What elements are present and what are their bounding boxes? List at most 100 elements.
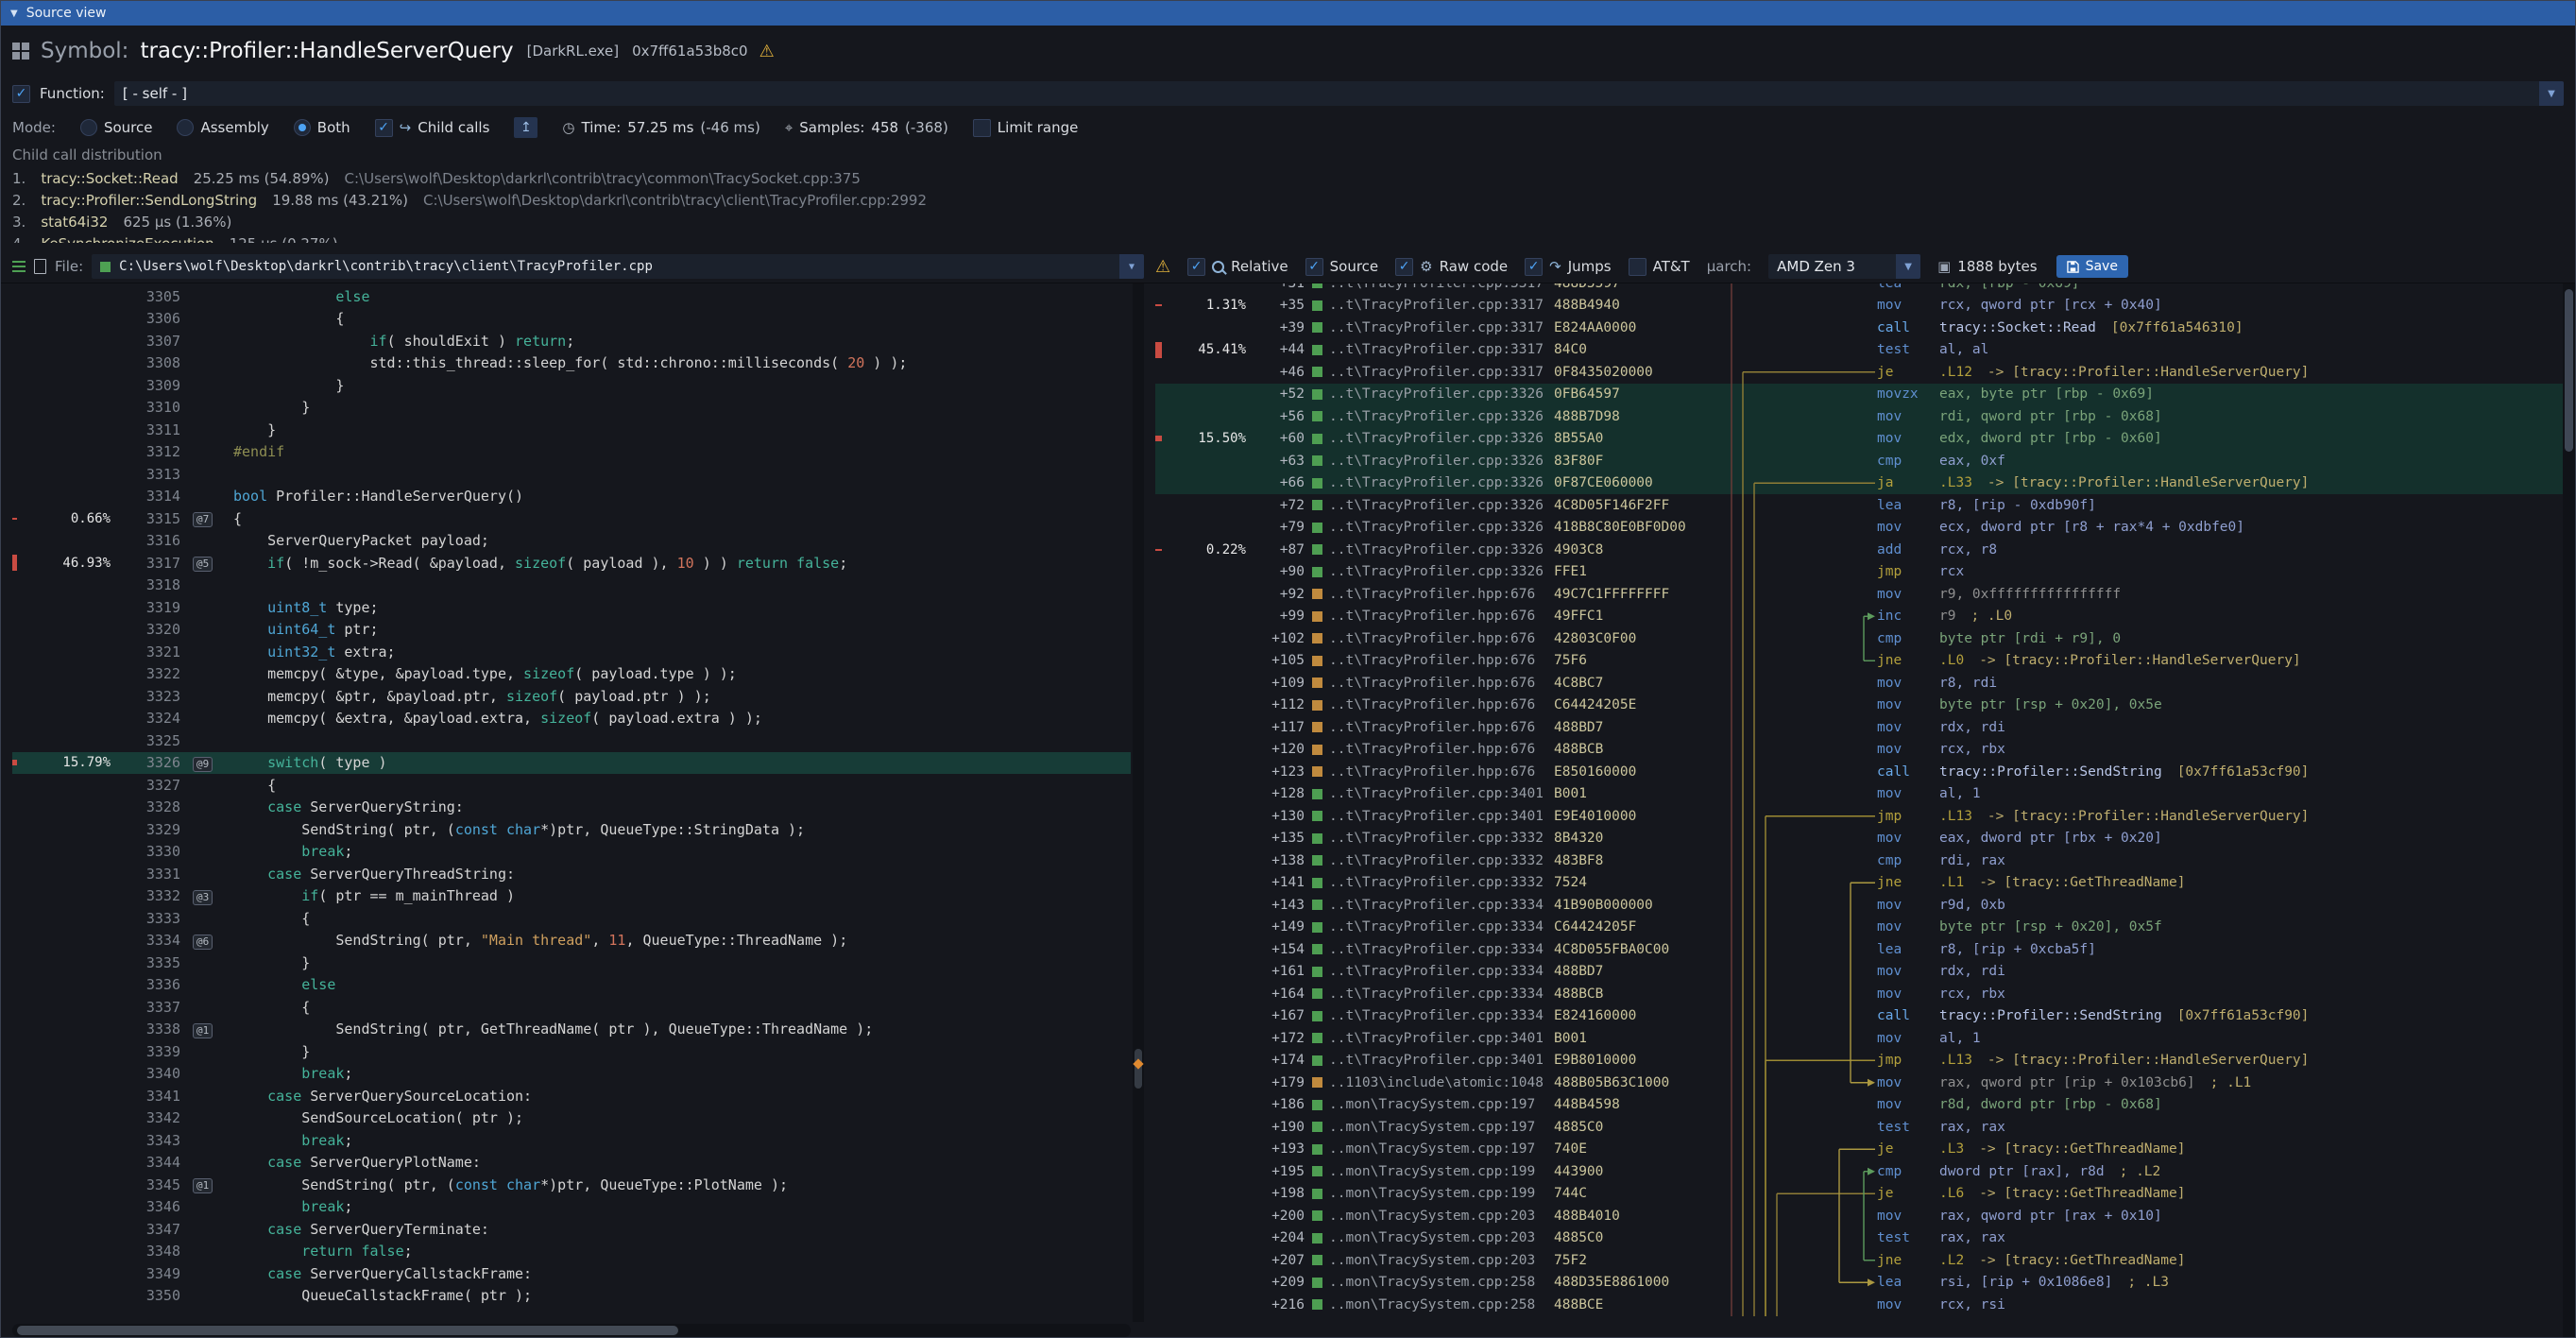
source-line[interactable]: 3331 case ServerQueryThreadString: — [12, 863, 1131, 885]
asm-row[interactable]: +179..1103\include\atomic:1048488B05B63C… — [1155, 1072, 2575, 1094]
jumps-toggle[interactable]: ✓ ↷ Jumps — [1525, 258, 1611, 276]
source-line[interactable]: 3312#endif — [12, 441, 1131, 464]
asm-row[interactable]: +130..t\TracyProfiler.cpp:3401E9E4010000… — [1155, 805, 2575, 828]
source-line[interactable]: 3335 } — [12, 952, 1131, 974]
source-line[interactable]: 3322 memcpy( &type, &payload.type, sizeo… — [12, 663, 1131, 686]
source-line[interactable]: 3323 memcpy( &ptr, &payload.ptr, sizeof(… — [12, 685, 1131, 708]
chevron-down-icon[interactable]: ▼ — [2539, 81, 2564, 106]
source-line[interactable]: 3325 — [12, 729, 1131, 752]
asm-row[interactable]: +164..t\TracyProfiler.cpp:3334488BCBmovr… — [1155, 983, 2575, 1005]
source-line[interactable]: 3314bool Profiler::HandleServerQuery() — [12, 486, 1131, 508]
source-line[interactable]: 3339 } — [12, 1040, 1131, 1063]
asm-row[interactable]: +154..t\TracyProfiler.cpp:33344C8D055FBA… — [1155, 938, 2575, 961]
source-line[interactable]: 3311 } — [12, 419, 1131, 441]
source-line[interactable]: 3341 case ServerQuerySourceLocation: — [12, 1085, 1131, 1107]
asm-row[interactable]: +200..mon\TracySystem.cpp:203488B4010mov… — [1155, 1205, 2575, 1227]
asm-row[interactable]: +167..t\TracyProfiler.cpp:3334E824160000… — [1155, 1005, 2575, 1028]
assembly-scrollbar[interactable] — [2563, 283, 2575, 1337]
jumps-checkbox[interactable]: ✓ — [1525, 258, 1543, 276]
asm-row[interactable]: +207..mon\TracySystem.cpp:20375F2jne.L2-… — [1155, 1249, 2575, 1272]
source-line[interactable]: 0.66%3315@7{ — [12, 507, 1131, 530]
asm-row[interactable]: +92..t\TracyProfiler.hpp:67649C7C1FFFFFF… — [1155, 583, 2575, 606]
relative-toggle[interactable]: ✓ Relative — [1187, 258, 1288, 276]
raw-code-toggle[interactable]: ✓ ⚙ Raw code — [1395, 258, 1508, 276]
child-call-item[interactable]: 4.KeSynchronizeExecution125 μs (0.27%) — [12, 232, 2564, 243]
source-line[interactable]: 3316 ServerQueryPacket payload; — [12, 530, 1131, 553]
child-call-item[interactable]: 1.tracy::Socket::Read25.25 ms (54.89%)C:… — [12, 167, 2564, 189]
source-line[interactable]: 3319 uint8_t type; — [12, 596, 1131, 619]
source-line[interactable]: 3340 break; — [12, 1063, 1131, 1086]
asm-row[interactable]: +190..mon\TracySystem.cpp:1974885C0testr… — [1155, 1116, 2575, 1139]
asm-row[interactable]: 45.41%+44..t\TracyProfiler.cpp:331784C0t… — [1155, 339, 2575, 362]
limit-range-toggle[interactable]: ✓ Limit range — [973, 119, 1079, 137]
raw-code-checkbox[interactable]: ✓ — [1395, 258, 1413, 276]
source-checkbox[interactable]: ✓ — [1305, 258, 1323, 276]
source-line[interactable]: 3336 else — [12, 974, 1131, 997]
asm-row[interactable]: +46..t\TracyProfiler.cpp:33170F843502000… — [1155, 361, 2575, 384]
mode-option-assembly[interactable]: Assembly — [177, 119, 268, 136]
source-toggle[interactable]: ✓ Source — [1305, 258, 1379, 276]
radio-icon[interactable] — [80, 119, 97, 136]
source-line[interactable]: 3333 { — [12, 907, 1131, 930]
function-combo[interactable]: [ - self - ] ▼ — [114, 81, 2564, 106]
source-line[interactable]: 3349 case ServerQueryCallstackFrame: — [12, 1262, 1131, 1285]
source-line[interactable]: 46.93%3317@5 if( !m_sock->Read( &payload… — [12, 552, 1131, 575]
source-line[interactable]: 3343 break; — [12, 1129, 1131, 1152]
source-line[interactable]: 3344 case ServerQueryPlotName: — [12, 1152, 1131, 1175]
asm-row[interactable]: +56..t\TracyProfiler.cpp:3326488B7D98mov… — [1155, 405, 2575, 428]
source-line[interactable]: 3330 break; — [12, 841, 1131, 864]
source-line[interactable]: 3307 if( shouldExit ) return; — [12, 330, 1131, 352]
child-calls-checkbox[interactable]: ✓ — [375, 119, 393, 137]
asm-row[interactable]: +120..t\TracyProfiler.hpp:676488BCBmovrc… — [1155, 739, 2575, 762]
source-line[interactable]: 3310 } — [12, 397, 1131, 420]
source-line[interactable]: 3348 return false; — [12, 1241, 1131, 1263]
asm-row[interactable]: +72..t\TracyProfiler.cpp:33264C8D05F146F… — [1155, 494, 2575, 517]
asm-row[interactable]: +63..t\TracyProfiler.cpp:332683F80Fcmpea… — [1155, 450, 2575, 472]
chevron-down-icon[interactable]: ▼ — [1896, 254, 1920, 279]
asm-row[interactable]: +66..t\TracyProfiler.cpp:33260F87CE06000… — [1155, 472, 2575, 495]
chevron-down-icon[interactable]: ▼ — [1119, 254, 1144, 279]
collapse-icon[interactable]: ▼ — [10, 9, 18, 19]
source-line[interactable]: 3320 uint64_t ptr; — [12, 619, 1131, 642]
source-line[interactable]: 3324 memcpy( &extra, &payload.extra, siz… — [12, 708, 1131, 730]
uarch-combo[interactable]: AMD Zen 3 ▼ — [1768, 254, 1920, 279]
asm-row[interactable]: +216..mon\TracySystem.cpp:258488BCEmovrc… — [1155, 1294, 2575, 1316]
asm-row[interactable]: +149..t\TracyProfiler.cpp:3334C64424205F… — [1155, 917, 2575, 939]
scrollbar-thumb[interactable] — [2565, 289, 2573, 452]
asm-row[interactable]: +109..t\TracyProfiler.hpp:6764C8BC7movr8… — [1155, 672, 2575, 695]
asm-row[interactable]: +174..t\TracyProfiler.cpp:3401E9B8010000… — [1155, 1050, 2575, 1072]
function-checkbox[interactable]: ✓ — [12, 85, 30, 103]
source-line[interactable]: 3328 case ServerQueryString: — [12, 797, 1131, 819]
source-line[interactable]: 3332@3 if( ptr == m_mainThread ) — [12, 885, 1131, 908]
asm-row[interactable]: 1.31%+35..t\TracyProfiler.cpp:3317488B49… — [1155, 295, 2575, 317]
radio-icon[interactable] — [177, 119, 194, 136]
relative-checkbox[interactable]: ✓ — [1187, 258, 1205, 276]
source-line[interactable]: 3342 SendSourceLocation( ptr ); — [12, 1107, 1131, 1130]
source-line[interactable]: 3309 } — [12, 374, 1131, 397]
mode-option-both[interactable]: Both — [294, 119, 350, 136]
up-button[interactable]: ↥ — [514, 117, 537, 138]
asm-row[interactable]: +105..t\TracyProfiler.hpp:67675F6jne.L0-… — [1155, 650, 2575, 673]
radio-icon[interactable] — [294, 119, 311, 136]
child-call-item[interactable]: 3.stat64i32625 μs (1.36%) — [12, 211, 2564, 232]
source-line[interactable]: 3305 else — [12, 285, 1131, 308]
file-combo[interactable]: C:\Users\wolf\Desktop\darkrl\contrib\tra… — [92, 254, 1144, 279]
source-line[interactable]: 3321 uint32_t extra; — [12, 641, 1131, 663]
asm-row[interactable]: +117..t\TracyProfiler.hpp:676488BD7movrd… — [1155, 716, 2575, 739]
asm-row[interactable]: +172..t\TracyProfiler.cpp:3401B001moval,… — [1155, 1027, 2575, 1050]
source-line[interactable]: 15.79%3326@9 switch( type ) — [12, 752, 1131, 775]
source-line[interactable]: 3347 case ServerQueryTerminate: — [12, 1218, 1131, 1241]
asm-row[interactable]: +128..t\TracyProfiler.cpp:3401B001moval,… — [1155, 783, 2575, 806]
title-bar[interactable]: ▼ Source view — [1, 1, 2575, 26]
asm-row[interactable]: 0.22%+87..t\TracyProfiler.cpp:33264903C8… — [1155, 539, 2575, 561]
source-files-icon[interactable] — [12, 258, 26, 275]
asm-row[interactable]: +39..t\TracyProfiler.cpp:3317E824AA0000c… — [1155, 317, 2575, 339]
att-checkbox[interactable]: ✓ — [1629, 258, 1646, 276]
asm-row[interactable]: +31..t\TracyProfiler.cpp:3317488D5597lea… — [1155, 283, 2575, 295]
asm-row[interactable]: +193..mon\TracySystem.cpp:197740Eje.L3->… — [1155, 1139, 2575, 1161]
asm-row[interactable]: +99..t\TracyProfiler.hpp:67649FFC1incr9;… — [1155, 606, 2575, 628]
asm-row[interactable]: 15.50%+60..t\TracyProfiler.cpp:33268B55A… — [1155, 428, 2575, 451]
source-line[interactable]: 3318 — [12, 575, 1131, 597]
asm-row[interactable]: +141..t\TracyProfiler.cpp:33327524jne.L1… — [1155, 872, 2575, 895]
asm-row[interactable]: +143..t\TracyProfiler.cpp:333441B90B0000… — [1155, 894, 2575, 917]
